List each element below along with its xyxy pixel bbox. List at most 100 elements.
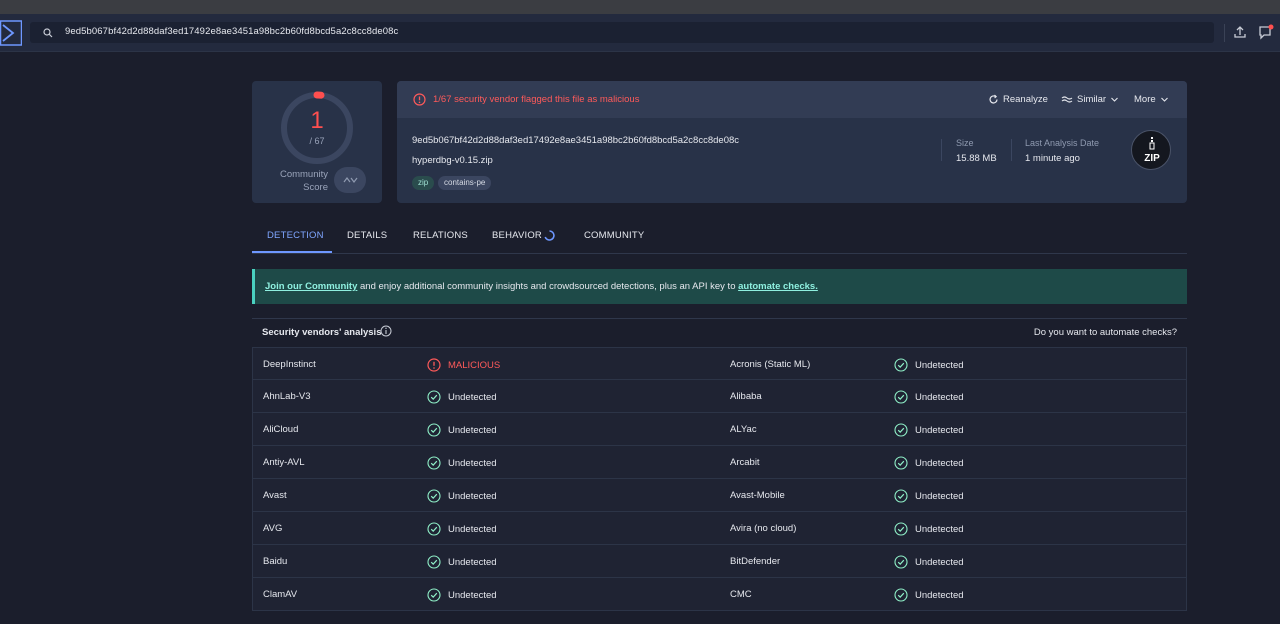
community-score-card: 1 / 67 Community Score <box>252 81 382 203</box>
check-circle-icon <box>427 588 441 602</box>
search-input[interactable]: 9ed5b067bf42d2d88daf3ed17492e8ae3451a98b… <box>65 26 398 37</box>
vendor-name: Acronis (Static ML) <box>730 359 811 370</box>
tab-relations[interactable]: RELATIONS <box>413 230 468 241</box>
check-circle-icon <box>894 456 908 470</box>
vendor-result-label: Undetected <box>915 391 964 403</box>
banner-text: Join our Community and enjoy additional … <box>265 281 818 292</box>
last-analysis-value: 1 minute ago <box>1025 153 1080 164</box>
active-tab-indicator <box>252 251 332 253</box>
vendor-result-label: Undetected <box>915 589 964 601</box>
check-circle-icon <box>894 390 908 404</box>
vendors-header: Security vendors' analysis Do you want t… <box>252 318 1187 346</box>
vendor-name: Avira (no cloud) <box>730 523 797 534</box>
vote-arrows-icon <box>343 177 358 183</box>
more-label: More <box>1134 94 1156 105</box>
vendor-result: Undetected <box>894 555 964 569</box>
automate-checks-prompt[interactable]: Do you want to automate checks? <box>1034 327 1177 338</box>
check-circle-icon <box>427 456 441 470</box>
check-circle-icon <box>894 588 908 602</box>
vendor-result: Undetected <box>894 456 964 470</box>
vendor-result-label: Undetected <box>448 523 497 535</box>
vendor-name: DeepInstinct <box>263 359 316 370</box>
community-vote-toggle[interactable] <box>334 167 366 193</box>
vendor-result-label: Undetected <box>448 424 497 436</box>
check-circle-icon <box>427 423 441 437</box>
tab-detection[interactable]: DETECTION <box>267 230 324 241</box>
vendor-result-label: Undetected <box>915 424 964 436</box>
file-type-badge: ZIP <box>1131 130 1171 170</box>
meta-divider <box>1011 139 1012 161</box>
vendor-name: BitDefender <box>730 556 781 567</box>
tag-zip[interactable]: zip <box>412 176 435 190</box>
check-circle-icon <box>894 489 908 503</box>
vendor-name: AhnLab-V3 <box>263 391 311 402</box>
banner-middle-text: and enjoy additional community insights … <box>357 281 739 292</box>
vendor-result: Undetected <box>894 588 964 602</box>
vendor-row: Antiy-AVL Undetected Arcabit Undetected <box>252 446 1187 479</box>
vendor-result: Undetected <box>894 489 964 503</box>
vendor-result: Undetected <box>894 423 964 437</box>
vendor-result: Undetected <box>427 456 497 470</box>
tab-behavior[interactable]: BEHAVIOR <box>492 230 542 241</box>
vendor-name: CMC <box>730 589 752 600</box>
vendor-result: Undetected <box>427 555 497 569</box>
vendor-result-label: Undetected <box>448 391 497 403</box>
tab-details[interactable]: DETAILS <box>347 230 387 241</box>
alert-row: 1/67 security vendor flagged this file a… <box>397 81 1187 118</box>
info-icon[interactable] <box>380 325 392 337</box>
vendor-name: Antiy-AVL <box>263 457 305 468</box>
vendor-name: Alibaba <box>730 391 762 402</box>
file-name: hyperdbg-v0.15.zip <box>412 155 493 166</box>
tag-contains-pe[interactable]: contains-pe <box>438 176 492 190</box>
vendor-result-label: Undetected <box>448 589 497 601</box>
alert-circle-icon <box>427 358 441 372</box>
more-button[interactable]: More <box>1134 94 1169 105</box>
vendor-result: Undetected <box>894 522 964 536</box>
alert-circle-icon <box>413 93 426 106</box>
vendor-result: MALICIOUS <box>427 358 500 372</box>
search-icon <box>43 28 53 38</box>
similar-label: Similar <box>1077 94 1107 105</box>
loading-spinner-icon <box>544 230 555 241</box>
vendor-row: Baidu Undetected BitDefender Undetected <box>252 545 1187 578</box>
similar-button[interactable]: Similar <box>1061 94 1119 105</box>
vendor-result: Undetected <box>894 390 964 404</box>
file-summary-card: 1/67 security vendor flagged this file a… <box>397 81 1187 203</box>
automate-checks-link[interactable]: automate checks. <box>738 281 818 292</box>
vendor-row: ClamAV Undetected CMC Undetected <box>252 578 1187 611</box>
tab-community[interactable]: COMMUNITY <box>584 230 644 241</box>
file-type-label: ZIP <box>1144 153 1160 164</box>
window-top-strip <box>0 0 1280 14</box>
vendor-name: ClamAV <box>263 589 298 600</box>
vendor-name: Avast-Mobile <box>730 490 785 501</box>
vendor-name: AliCloud <box>263 424 299 435</box>
meta-divider <box>941 139 942 161</box>
vendor-result-label: Undetected <box>915 556 964 568</box>
vendor-result-label: Undetected <box>915 359 964 371</box>
reanalyze-button[interactable]: Reanalyze <box>988 94 1048 105</box>
file-hash[interactable]: 9ed5b067bf42d2d88daf3ed17492e8ae3451a98b… <box>412 135 739 146</box>
chat-icon[interactable] <box>1258 24 1274 40</box>
vendor-result: Undetected <box>427 489 497 503</box>
chevron-down-icon <box>1160 97 1168 102</box>
vendor-name: Baidu <box>263 556 288 567</box>
vendor-row: Avast Undetected Avast-Mobile Undetected <box>252 479 1187 512</box>
community-banner: Join our Community and enjoy additional … <box>252 269 1187 304</box>
report-tabs: DETECTION DETAILS RELATIONS BEHAVIOR COM… <box>252 219 1187 254</box>
check-circle-icon <box>427 555 441 569</box>
join-community-link[interactable]: Join our Community <box>265 281 357 292</box>
vendors-table: DeepInstinct MALICIOUS Acronis (Static ML)… <box>252 347 1187 611</box>
logo-icon[interactable] <box>0 20 22 46</box>
detection-total: / 67 <box>309 136 325 146</box>
vendor-result-label: Undetected <box>915 523 964 535</box>
zipper-icon <box>1149 137 1155 150</box>
search-bar[interactable]: 9ed5b067bf42d2d88daf3ed17492e8ae3451a98b… <box>30 22 1214 43</box>
check-circle-icon <box>894 358 908 372</box>
upload-icon[interactable] <box>1232 24 1248 40</box>
vendor-result-label: Undetected <box>915 490 964 502</box>
refresh-icon <box>989 94 998 104</box>
vendor-result: Undetected <box>427 588 497 602</box>
vendor-name: Avast <box>263 490 287 501</box>
size-value: 15.88 MB <box>956 153 997 164</box>
size-label: Size <box>956 138 974 148</box>
